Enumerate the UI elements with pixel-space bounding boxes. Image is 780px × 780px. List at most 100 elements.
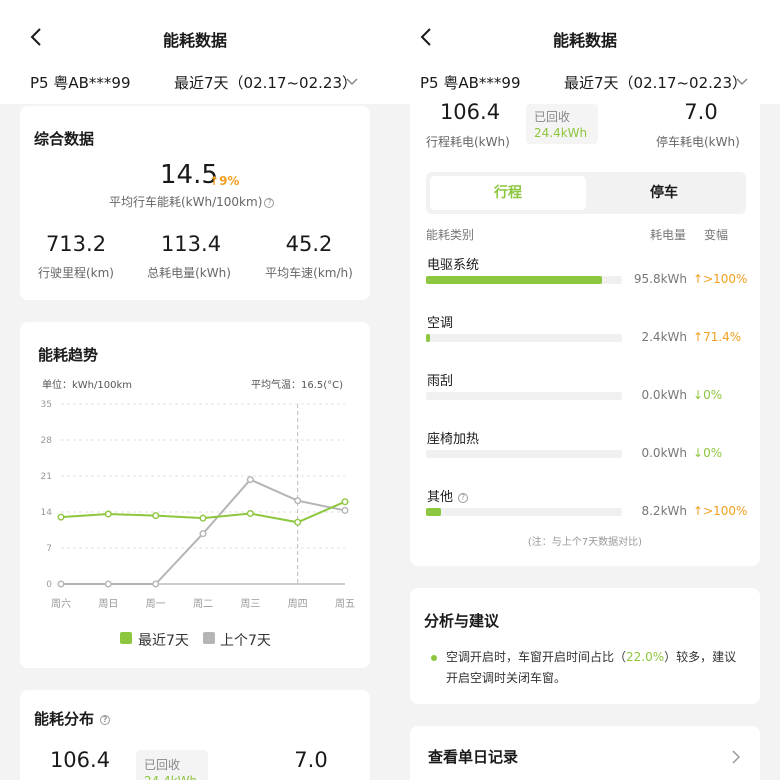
date-range-select[interactable]: 最近7天（02.17~02.23） — [564, 72, 747, 93]
data-point — [152, 580, 160, 588]
usage-value: 95.8kWh — [633, 272, 687, 286]
tab-parking[interactable]: 停车 — [586, 176, 742, 210]
stat-mileage-label: 行驶里程(km) — [37, 266, 114, 280]
legend-recent-swatch — [120, 632, 132, 644]
change-value: ↑>100% — [693, 272, 747, 286]
info-icon[interactable]: ? — [458, 492, 469, 503]
data-point — [246, 476, 254, 484]
recovered-label: 已回收 — [144, 758, 181, 772]
data-point — [294, 518, 302, 526]
advice-text-before: 空调开启时，车窗开启时间占比（ — [446, 650, 627, 664]
distribution-title: 能耗分布? — [34, 708, 111, 729]
drive-energy-value: 106.4 — [49, 748, 111, 772]
analysis-title: 分析与建议 — [424, 612, 500, 630]
data-point — [104, 580, 112, 588]
park-energy-label: 停车耗电(kWh) — [656, 135, 740, 149]
usage-value: 8.2kWh — [641, 504, 687, 518]
x-tick-label: 周五 — [335, 598, 355, 610]
up-arrow-icon: ↑ — [209, 174, 220, 188]
usage-bar-track — [426, 392, 622, 400]
distribution-title-text: 能耗分布 — [34, 710, 95, 728]
y-tick-label: 14 — [41, 508, 53, 518]
recovered-value: 24.4kWh — [534, 126, 588, 140]
change-text: >100% — [703, 272, 748, 286]
data-point — [199, 514, 207, 522]
recovered-box: 已回收 24.4kWh — [136, 750, 208, 780]
page-title: 能耗数据 — [162, 31, 227, 50]
x-tick-label: 周一 — [146, 598, 166, 610]
usage-bar-track — [426, 450, 622, 458]
daily-records-label: 查看单日记录 — [428, 748, 519, 766]
recovered-value: 24.4kWh — [144, 774, 197, 780]
avg-change-value: 9% — [219, 174, 240, 188]
legend-recent-label: 最近7天 — [138, 633, 189, 649]
column-category: 能耗类别 — [426, 228, 475, 242]
comparison-note: (注：与上个7天数据对比) — [527, 537, 643, 548]
stat-total-energy-label: 总耗电量(kWh) — [147, 266, 231, 280]
change-text: 0% — [703, 446, 723, 460]
data-point — [57, 513, 65, 521]
data-point — [246, 510, 254, 518]
tab-trip[interactable]: 行程 — [430, 176, 586, 210]
avg-consumption-label: 平均行车能耗(kWh/100km)? — [109, 193, 275, 210]
date-range-select[interactable]: 最近7天（02.17~02.23） — [174, 72, 357, 93]
x-tick-label: 周二 — [193, 598, 213, 610]
down-arrow-icon: ↓ — [693, 388, 704, 402]
usage-bar-fill — [426, 276, 603, 284]
usage-bar-track — [426, 508, 622, 516]
chevron-down-icon[interactable] — [346, 78, 358, 86]
y-tick-label: 7 — [46, 544, 52, 554]
recovered-label: 已回收 — [534, 110, 571, 124]
data-point — [341, 498, 349, 506]
data-point — [57, 580, 65, 588]
usage-value: 2.4kWh — [641, 330, 687, 344]
stat-avg-speed-value: 45.2 — [285, 232, 333, 256]
change-value: ↑>100% — [693, 504, 747, 518]
distribution-tabs: 行程 停车 — [426, 172, 746, 214]
usage-value: 0.0kWh — [641, 388, 687, 402]
info-icon[interactable]: ? — [100, 714, 111, 725]
x-tick-label: 周四 — [288, 598, 308, 610]
category-name: 雨刮 — [427, 374, 454, 389]
recovered-box: 已回收 24.4kWh — [526, 104, 598, 144]
category-name: 座椅加热 — [427, 432, 480, 447]
analysis-card: 分析与建议 空调开启时，车窗开启时间占比（22.0%）较多，建议开启空调时关闭车… — [410, 588, 760, 704]
top-bar: 能耗数据 P5 粤AB***99 最近7天（02.17~02.23） — [0, 0, 390, 104]
chevron-right-icon[interactable] — [732, 750, 740, 764]
change-text: >100% — [703, 504, 748, 518]
usage-bar-fill — [426, 334, 430, 342]
data-point — [341, 506, 349, 514]
bullet-dot — [431, 655, 437, 661]
up-arrow-icon: ↑ — [693, 504, 704, 518]
chevron-down-icon[interactable] — [736, 78, 748, 86]
usage-bar-track — [426, 334, 622, 342]
daily-records-row[interactable]: 查看单日记录 — [410, 726, 760, 780]
column-change: 变幅 — [704, 228, 729, 242]
park-energy-value: 7.0 — [294, 748, 328, 772]
y-tick-label: 21 — [41, 472, 52, 482]
change-text: 0% — [703, 388, 723, 402]
drive-energy-value: 106.4 — [415, 100, 525, 124]
y-tick-label: 35 — [41, 400, 52, 410]
drive-energy-label: 行程耗电(kWh) — [426, 135, 510, 149]
left-screen: 能耗数据 P5 粤AB***99 最近7天（02.17~02.23） 综合数据 … — [0, 0, 390, 780]
vehicle-plate[interactable]: P5 粤AB***99 — [30, 72, 131, 93]
info-icon[interactable]: ? — [264, 197, 275, 208]
y-tick-label: 28 — [41, 436, 53, 446]
change-value: ↑71.4% — [693, 330, 741, 344]
change-value: ↓0% — [693, 446, 722, 460]
x-tick-label: 周日 — [98, 598, 118, 610]
category-name: 电驱系统 — [427, 258, 480, 273]
avg-change-badge: ↑9% — [209, 174, 239, 188]
data-point — [104, 510, 112, 518]
data-point — [294, 497, 302, 505]
usage-value: 0.0kWh — [641, 446, 687, 460]
y-tick-label: 0 — [46, 580, 52, 590]
vehicle-plate[interactable]: P5 粤AB***99 — [420, 72, 521, 93]
category-name: 空调 — [427, 316, 454, 331]
advice-text: 空调开启时，车窗开启时间占比（22.0%）较多，建议开启空调时关闭车窗。 — [446, 647, 746, 689]
top-bar-right: 能耗数据 P5 粤AB***99 最近7天（02.17~02.23） — [390, 0, 780, 104]
x-tick-label: 周三 — [240, 598, 260, 610]
legend-prev-swatch — [203, 632, 215, 644]
change-value: ↓0% — [693, 388, 722, 402]
